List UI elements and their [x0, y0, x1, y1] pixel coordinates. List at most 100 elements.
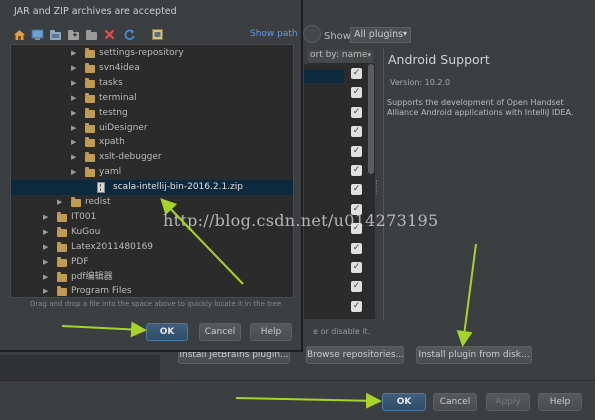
- folder-icon: [85, 62, 95, 73]
- plugin-detail-version: Version: 10.2.0: [390, 78, 451, 87]
- folder-icon: [85, 92, 95, 103]
- chooser-cancel-button[interactable]: Cancel: [199, 323, 241, 341]
- expand-arrow-icon[interactable]: ▶: [71, 165, 76, 180]
- file-tree-folder-row[interactable]: ▶ Latex2011480169: [11, 240, 293, 255]
- plugin-enabled-checkbox[interactable]: ✓: [351, 87, 362, 99]
- sort-chevron-icon: ▾: [367, 51, 371, 59]
- file-tree[interactable]: ▶ settings-repository ▶ svn4idea ▶ tasks ▶ term…: [10, 44, 294, 298]
- plugin-list-selected-row[interactable]: [304, 70, 344, 83]
- file-tree-folder-row[interactable]: ▶ yaml: [11, 165, 293, 180]
- file-tree-item-label: testng: [99, 107, 128, 118]
- folder-icon: [57, 256, 67, 267]
- settings-left-bottom-area: [0, 355, 160, 380]
- drag-drop-hint: Drag and drop a file into the space abov…: [30, 300, 282, 308]
- plugin-list[interactable]: [304, 64, 375, 319]
- search-field-end-icon[interactable]: [303, 25, 321, 43]
- file-tree-folder-row[interactable]: ▶ svn4idea: [11, 61, 293, 76]
- plugin-list-scrollbar[interactable]: [368, 64, 374, 174]
- expand-arrow-icon[interactable]: ▶: [71, 121, 76, 136]
- chooser-help-button[interactable]: Help: [250, 323, 292, 341]
- folder-icon: [57, 226, 67, 237]
- expand-arrow-icon[interactable]: ▶: [71, 135, 76, 150]
- show-path-link[interactable]: Show path: [250, 29, 298, 39]
- browse-repositories-button[interactable]: Browse repositories...: [306, 346, 404, 364]
- file-tree-folder-row[interactable]: ▶ PDF: [11, 255, 293, 270]
- plugin-detail-pane: [383, 48, 591, 320]
- sort-by-name-header[interactable]: ort by: name ▾: [308, 50, 373, 64]
- install-plugin-from-disk-button[interactable]: Install plugin from disk...: [416, 346, 532, 364]
- expand-arrow-icon[interactable]: ▶: [71, 46, 76, 61]
- settings-help-button[interactable]: Help: [538, 393, 582, 411]
- expand-arrow-icon[interactable]: ▶: [71, 61, 76, 76]
- plugin-enabled-checkbox[interactable]: ✓: [351, 126, 362, 138]
- delete-icon[interactable]: [103, 28, 116, 41]
- hidden-files-icon[interactable]: [151, 28, 164, 41]
- splitter-handle[interactable]: [376, 180, 379, 194]
- file-tree-item-label: settings-repository: [99, 48, 184, 58]
- expand-arrow-icon[interactable]: ▶: [43, 270, 48, 285]
- plugin-enabled-checkbox[interactable]: ✓: [351, 68, 362, 79]
- choose-plugin-file-dialog: JAR and ZIP archives are accepted Show p…: [0, 0, 303, 352]
- folder-icon: [85, 77, 95, 88]
- folder-icon: [85, 152, 95, 163]
- folder-icon: [85, 107, 95, 118]
- file-tree-item-label: IT001: [71, 211, 97, 222]
- settings-ok-button[interactable]: OK: [382, 393, 426, 411]
- zip-archive-icon: [97, 182, 105, 194]
- file-tree-folder-row[interactable]: ▶ xpath: [11, 135, 293, 150]
- file-tree-item-label: terminal: [99, 92, 137, 103]
- settings-apply-button[interactable]: Apply: [486, 393, 530, 411]
- file-tree-folder-row[interactable]: ▶ settings-repository: [11, 46, 293, 61]
- plugin-enabled-checkbox[interactable]: ✓: [351, 165, 362, 176]
- expand-arrow-icon[interactable]: ▶: [57, 195, 62, 210]
- folder-icon: [85, 122, 95, 133]
- show-filter-value: All plugins: [354, 29, 404, 40]
- plugin-enabled-checkbox[interactable]: ✓: [351, 262, 362, 273]
- expand-arrow-icon[interactable]: ▶: [43, 210, 48, 225]
- show-filter-select[interactable]: All plugins ▾: [350, 27, 411, 43]
- file-tree-item-label: xslt-debugger: [99, 152, 162, 163]
- file-tree-folder-row[interactable]: ▶ testng: [11, 106, 293, 121]
- home-icon[interactable]: [13, 28, 26, 41]
- expand-arrow-icon[interactable]: ▶: [71, 106, 76, 121]
- dialog-subtitle: JAR and ZIP archives are accepted: [14, 6, 177, 17]
- settings-cancel-button[interactable]: Cancel: [433, 393, 477, 411]
- plugin-enabled-checkbox[interactable]: ✓: [351, 242, 362, 254]
- expand-arrow-icon[interactable]: ▶: [71, 76, 76, 91]
- file-tree-item-label: xpath: [99, 137, 125, 148]
- plugin-enabled-checkbox[interactable]: ✓: [351, 106, 362, 118]
- file-tree-folder-row[interactable]: ▶ pdf编辑器: [11, 270, 293, 285]
- desktop-icon[interactable]: [31, 28, 44, 41]
- plugin-detail-title: Android Support: [388, 52, 490, 67]
- file-tree-item-label: KuGou: [71, 226, 101, 237]
- chooser-ok-button[interactable]: OK: [146, 323, 188, 341]
- expand-arrow-icon[interactable]: ▶: [71, 91, 76, 106]
- folder-icon[interactable]: [85, 28, 98, 41]
- watermark-text: http://blog.csdn.net/u014273195: [163, 211, 439, 230]
- expand-arrow-icon[interactable]: ▶: [43, 284, 48, 297]
- plugin-enabled-checkbox[interactable]: ✓: [351, 281, 362, 293]
- chevron-down-icon: ▾: [402, 29, 407, 38]
- plugin-enabled-checkbox[interactable]: ✓: [351, 145, 362, 157]
- file-tree-item-label: Program Files: [71, 286, 132, 297]
- file-tree-folder-row[interactable]: ▶ terminal: [11, 91, 293, 106]
- plugin-detail-description: Supports the development of Open Handset…: [387, 98, 574, 117]
- file-tree-item-label: yaml: [99, 167, 122, 178]
- file-tree-folder-row[interactable]: ▶ uiDesigner: [11, 121, 293, 136]
- refresh-icon[interactable]: [123, 28, 136, 41]
- file-tree-folder-row[interactable]: ▶ Program Files: [11, 284, 293, 297]
- project-folder-icon[interactable]: [49, 28, 62, 41]
- expand-arrow-icon[interactable]: ▶: [43, 240, 48, 255]
- plugin-enabled-checkbox[interactable]: ✓: [351, 300, 362, 312]
- file-tree-folder-row[interactable]: ▶ tasks: [11, 76, 293, 91]
- plugin-enabled-checkbox[interactable]: ✓: [351, 184, 362, 196]
- file-tree-file-row[interactable]: scala-intellij-bin-2016.2.1.zip: [11, 180, 293, 196]
- file-tree-item-label: pdf编辑器: [71, 271, 113, 282]
- new-folder-icon[interactable]: [67, 28, 80, 41]
- expand-arrow-icon[interactable]: ▶: [43, 225, 48, 240]
- file-tree-folder-row[interactable]: ▶ xslt-debugger: [11, 150, 293, 165]
- file-tree-folder-row[interactable]: ▶ redist: [11, 195, 293, 210]
- folder-icon: [71, 197, 81, 207]
- expand-arrow-icon[interactable]: ▶: [71, 150, 76, 165]
- expand-arrow-icon[interactable]: ▶: [43, 255, 48, 270]
